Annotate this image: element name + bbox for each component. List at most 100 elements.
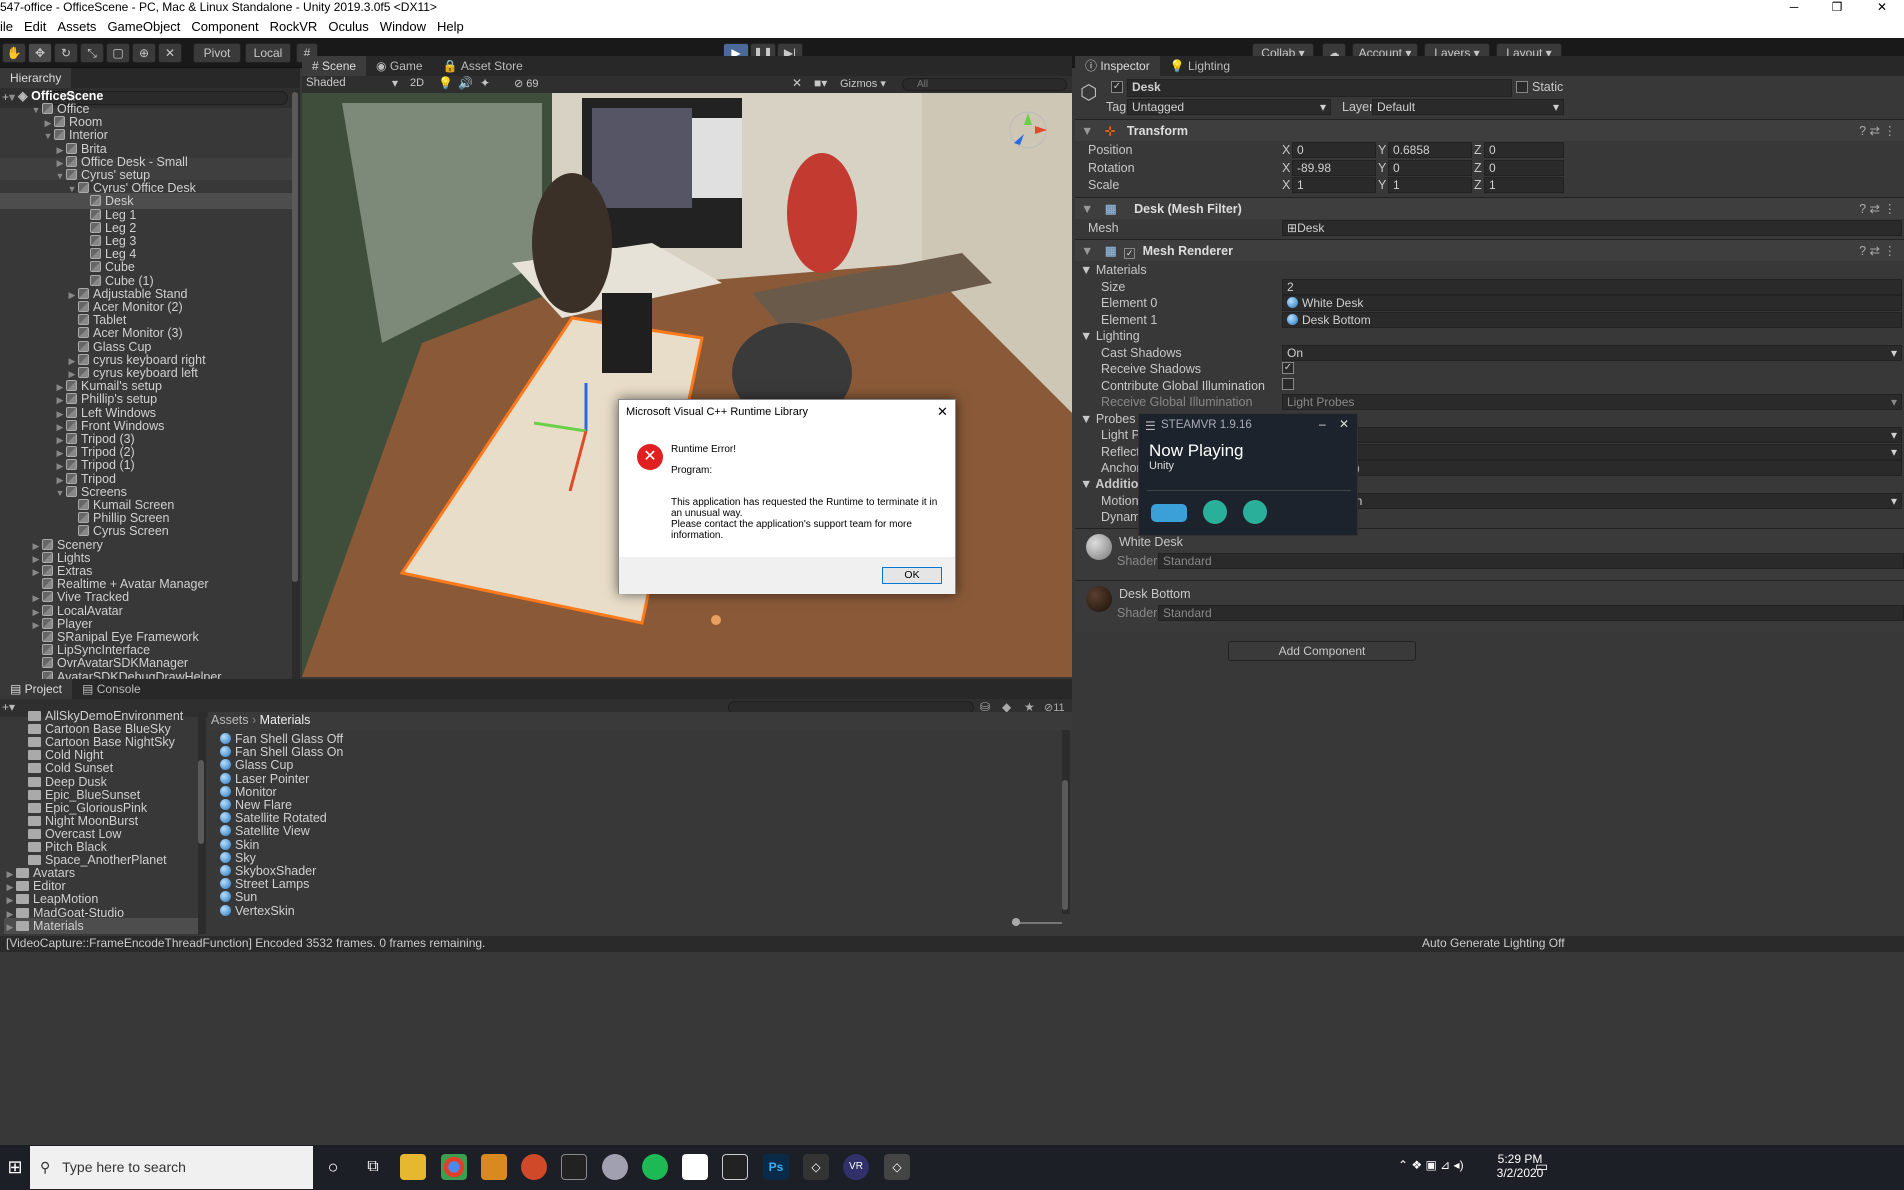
audio-toggle-icon[interactable]: 🔊 [458,76,473,90]
menu-edit[interactable]: Edit [24,19,46,34]
sublime-icon[interactable] [481,1154,507,1180]
expand-arrow-icon[interactable]: ▼ [54,485,66,501]
hand-tool-icon[interactable]: ✋ [2,43,26,63]
unity-editor-icon[interactable]: ◇ [884,1154,910,1180]
scale-y-input[interactable]: 1 [1388,177,1472,193]
folder-item[interactable]: ▶ Materials [4,917,200,935]
custom-tool-icon[interactable]: ✕ [158,43,182,63]
app-icon[interactable] [602,1154,628,1180]
materials-foldout[interactable]: ▼ Materials [1080,263,1147,277]
chrome-icon[interactable] [441,1154,467,1180]
scale-z-input[interactable]: 1 [1484,177,1564,193]
local-button[interactable]: Local [245,43,291,63]
steamvr-icon[interactable]: VR [843,1154,869,1180]
tab-hierarchy[interactable]: Hierarchy [0,68,72,88]
rotation-x-input[interactable]: -89.98 [1292,160,1376,176]
scale-x-input[interactable]: 1 [1292,177,1376,193]
object-name-input[interactable]: Desk [1127,79,1512,97]
menu-window[interactable]: Window [380,19,426,34]
rect-tool-icon[interactable]: ▢ [106,43,130,63]
powerpoint-icon[interactable] [521,1154,547,1180]
mesh-renderer-enabled-checkbox[interactable]: ✓ [1124,248,1136,259]
cast-shadows-dropdown[interactable]: On ▾ [1282,345,1902,361]
position-z-input[interactable]: 0 [1484,142,1564,158]
tools-icon[interactable]: ✕ [792,76,802,90]
material1-shader-dropdown[interactable]: Standard [1158,553,1904,569]
move-tool-icon[interactable]: ✥ [28,43,52,63]
camera-icon[interactable]: ■▾ [814,76,827,90]
expand-arrow-icon[interactable]: ▼ [54,168,66,184]
pivot-button[interactable]: Pivot [193,43,241,63]
unity-hub-icon[interactable] [682,1154,708,1180]
shading-dropdown[interactable]: Shaded [306,77,346,89]
mesh-field[interactable]: ⊞Desk [1282,220,1902,236]
lighting-foldout[interactable]: ▼ Lighting [1080,329,1140,343]
unity-icon[interactable]: ◇ [803,1154,829,1180]
breadcrumb-assets[interactable]: Assets [211,713,249,727]
tab-asset-store[interactable]: 🔒 Asset Store [433,56,533,76]
rotation-z-input[interactable]: 0 [1484,160,1564,176]
add-component-button[interactable]: Add Component [1228,641,1416,661]
contribute-gi-checkbox[interactable] [1282,378,1294,390]
tab-project[interactable]: ▤ Project [0,679,73,699]
menu-gameobject[interactable]: GameObject [107,19,180,34]
tab-game[interactable]: ◉ Game [366,56,433,76]
transform-header[interactable]: ▼ ⊹ Transform ? ⇄ ⋮ [1075,119,1904,141]
steamvr-close-icon[interactable]: ✕ [1339,417,1349,431]
component-menu-icon[interactable]: ? ⇄ ⋮ [1859,240,1896,262]
expand-arrow-icon[interactable]: ▶ [4,919,16,935]
tab-inspector[interactable]: ⓘ Inspector [1075,56,1160,76]
effects-toggle-icon[interactable]: ✦ [480,76,490,90]
menu-rockvr[interactable]: RockVR [270,19,318,34]
tray-icons[interactable]: ⌃ ❖ ▣ ⊿ ◂) [1398,1158,1464,1172]
steamvr-menu-icon[interactable]: ☰ [1145,419,1156,433]
static-checkbox[interactable] [1516,81,1528,93]
photoshop-icon[interactable]: Ps [763,1154,789,1180]
component-menu-icon[interactable]: ? ⇄ ⋮ [1859,198,1896,220]
asset-scrollbar[interactable] [1062,730,1070,914]
expand-arrow-icon[interactable]: ▼ [42,128,54,144]
element1-field[interactable]: Desk Bottom [1282,312,1902,328]
terminal-icon[interactable] [561,1154,587,1180]
tab-console[interactable]: ▤ Console [72,679,151,699]
menu-component[interactable]: Component [191,19,258,34]
windows-start-icon[interactable]: ⊞ [0,1145,30,1190]
scale-tool-icon[interactable]: ⤡ [80,43,104,63]
hidden-layers-count[interactable]: ⊘ 69 [514,77,539,90]
oculus-icon[interactable] [722,1154,748,1180]
restore-button[interactable]: ❐ [1817,0,1857,16]
scene-search-input[interactable]: All [902,78,1067,91]
lighting-toggle-icon[interactable]: 💡 [438,76,453,90]
menu-oculus[interactable]: Oculus [328,19,368,34]
dialog-close-icon[interactable]: ✕ [937,404,948,420]
position-x-input[interactable]: 0 [1292,142,1376,158]
status-message[interactable]: [VideoCapture::FrameEncodeThreadFunction… [6,936,485,950]
menu-assets[interactable]: Assets [57,19,96,34]
breadcrumb-materials[interactable]: Materials [260,713,311,727]
close-window-button[interactable]: ✕ [1862,0,1902,16]
menu-help[interactable]: Help [437,19,464,34]
mesh-renderer-header[interactable]: ▼ ▦ ✓ Mesh Renderer ? ⇄ ⋮ [1075,239,1904,261]
transform-tool-icon[interactable]: ⊕ [132,43,156,63]
position-y-input[interactable]: 0.6858 [1388,142,1472,158]
taskbar-search-input[interactable]: ⚲ Type here to search [30,1146,313,1189]
create-asset-icon[interactable]: +▾ [2,700,15,714]
steamvr-minimize-icon[interactable]: – [1319,417,1326,431]
receive-gi-dropdown[interactable]: Light Probes ▾ [1282,394,1902,410]
gizmos-dropdown[interactable]: Gizmos ▾ [840,77,886,90]
motion-vectors-dropdown[interactable]: on▾ [1282,493,1902,509]
component-menu-icon[interactable]: ? ⇄ ⋮ [1859,120,1896,142]
notifications-icon[interactable]: ▭ [1535,1158,1548,1175]
spotify-icon[interactable] [642,1154,668,1180]
mesh-filter-header[interactable]: ▼ ▦ Desk (Mesh Filter) ? ⇄ ⋮ [1075,197,1904,219]
menu-file[interactable]: ile [0,19,13,34]
tab-scene[interactable]: # Scene [302,56,367,76]
light-probes-dropdown[interactable]: ▾ [1282,427,1902,443]
hierarchy-scrollbar[interactable] [292,90,300,680]
minimize-button[interactable]: ─ [1774,0,1814,16]
material2-shader-dropdown[interactable]: Standard [1158,605,1904,621]
layer-dropdown[interactable]: Default ▾ [1372,99,1564,115]
file-explorer-icon[interactable] [400,1154,426,1180]
reflection-probes-dropdown[interactable]: ▾ [1282,444,1902,460]
expand-arrow-icon[interactable]: ▼ [30,102,42,118]
